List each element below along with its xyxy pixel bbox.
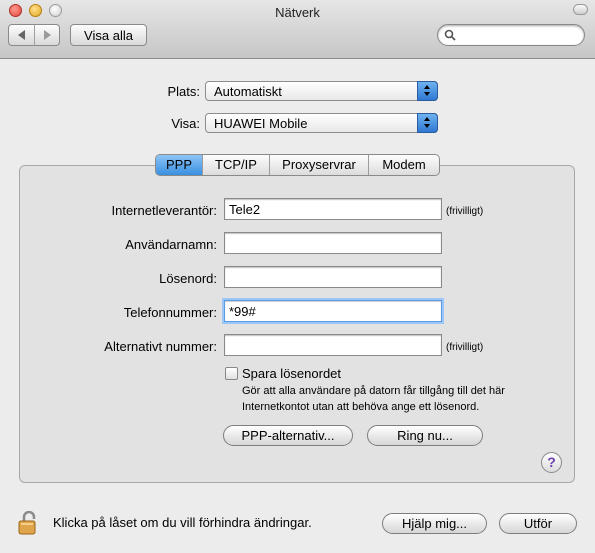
- lock-instruction-text: Klicka på låset om du vill förhindra änd…: [53, 515, 312, 530]
- window-title: Nätverk: [275, 5, 320, 20]
- lock-open-icon[interactable]: [18, 511, 44, 535]
- save-password-label[interactable]: Spara lösenordet: [242, 366, 341, 381]
- back-arrow-icon: [18, 30, 25, 40]
- location-stepper-icon: [417, 81, 438, 101]
- tab-modem[interactable]: Modem: [368, 155, 439, 175]
- location-value: Automatiskt: [214, 84, 282, 99]
- tab-bar: PPP TCP/IP Proxyservrar Modem: [155, 154, 440, 176]
- network-preferences-window: Nätverk Visa alla Plats: Automatiskt Vis…: [0, 0, 595, 553]
- save-password-checkbox[interactable]: [225, 367, 238, 380]
- apply-button[interactable]: Utför: [499, 513, 577, 534]
- search-icon: [444, 29, 456, 41]
- alt-number-optional-note: (frivilligt): [446, 342, 484, 353]
- provider-label: Internetleverantör:: [111, 203, 217, 218]
- alt-number-label: Alternativt nummer:: [104, 339, 217, 354]
- tab-tcpip[interactable]: TCP/IP: [202, 155, 269, 175]
- show-label: Visa:: [171, 116, 200, 131]
- save-password-help-text: Gör att alla användare på datorn får til…: [242, 385, 505, 413]
- username-field[interactable]: [224, 232, 442, 254]
- alt-number-field[interactable]: [224, 334, 442, 356]
- tab-proxy-servers[interactable]: Proxyservrar: [269, 155, 368, 175]
- show-value: HUAWEI Mobile: [214, 116, 308, 131]
- location-label: Plats:: [167, 84, 200, 99]
- provider-field[interactable]: Tele2: [224, 198, 442, 220]
- forward-button[interactable]: [34, 24, 60, 46]
- show-select[interactable]: HUAWEI Mobile: [205, 113, 438, 133]
- forward-arrow-icon: [43, 30, 51, 40]
- dial-now-button[interactable]: Ring nu...: [367, 425, 483, 446]
- provider-optional-note: (frivilligt): [446, 206, 484, 217]
- ppp-options-button[interactable]: PPP-alternativ...: [223, 425, 353, 446]
- back-button[interactable]: [8, 24, 35, 46]
- location-select[interactable]: Automatiskt: [205, 81, 438, 101]
- show-all-button[interactable]: Visa alla: [70, 24, 147, 46]
- username-label: Användarnamn:: [125, 237, 217, 252]
- assist-me-button[interactable]: Hjälp mig...: [382, 513, 487, 534]
- toolbar: Nätverk Visa alla: [0, 0, 595, 59]
- help-button[interactable]: ?: [541, 452, 562, 473]
- search-input[interactable]: [437, 24, 585, 46]
- show-stepper-icon: [417, 113, 438, 133]
- toolbar-toggle-button[interactable]: [573, 4, 588, 15]
- tab-ppp[interactable]: PPP: [156, 155, 202, 175]
- password-field[interactable]: [224, 266, 442, 288]
- phone-field[interactable]: *99#: [224, 300, 442, 322]
- password-label: Lösenord:: [159, 271, 217, 286]
- phone-label: Telefonnummer:: [123, 305, 217, 320]
